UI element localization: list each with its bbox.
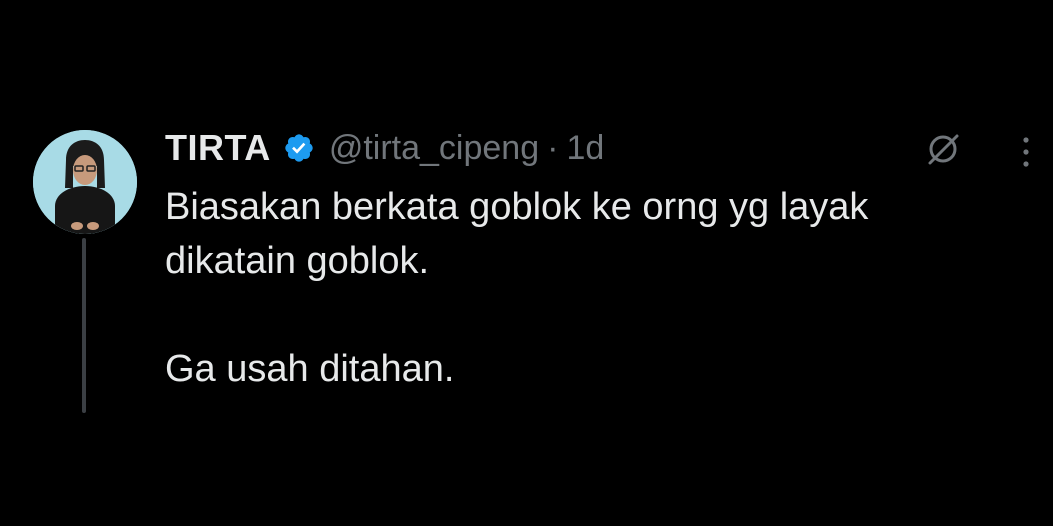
paragraph-break [165,288,1025,342]
tweet-text-line: Ga usah ditahan. [165,348,455,390]
separator-dot: · [547,128,559,167]
author-handle[interactable]: @tirta_cipeng [329,129,539,168]
author-name[interactable]: TIRTA [165,127,271,169]
grok-icon[interactable] [924,130,962,168]
tweet[interactable]: TIRTA @tirta_cipeng · 1d Biasakan berkat… [0,0,1053,526]
tweet-text-line: Biasakan berkata goblok ke orng yg layak [165,186,869,228]
thread-line [82,238,86,413]
tweet-header: TIRTA @tirta_cipeng · 1d [165,124,604,172]
tweet-text: Biasakan berkata goblok ke orng yg layak… [165,180,1025,396]
avatar[interactable] [33,130,137,234]
verified-badge-icon [283,132,315,164]
tweet-text-line: dikatain goblok. [165,240,430,282]
timestamp[interactable]: 1d [566,129,604,168]
more-options-icon[interactable] [1016,132,1036,172]
avatar-photo [33,130,137,234]
